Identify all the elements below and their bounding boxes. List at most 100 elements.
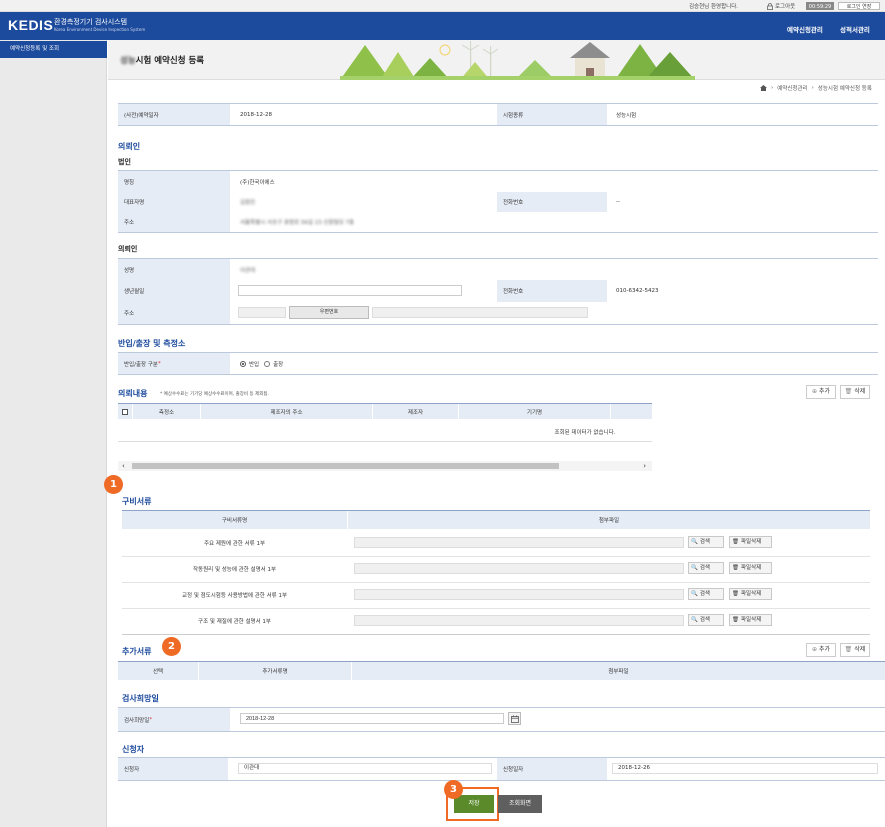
breadcrumb: › 예약신청관리 › 성능시험 예약신청 등록 xyxy=(760,84,872,92)
divider xyxy=(118,780,885,781)
site-logo[interactable]: KEDIS xyxy=(8,17,53,33)
divider xyxy=(118,258,878,259)
doc-search-button[interactable]: 🔍 검색 xyxy=(688,588,724,600)
inspection-date-input[interactable] xyxy=(240,713,504,724)
applicant-name-field: 이관대 xyxy=(238,763,492,774)
doc-file-field xyxy=(354,589,684,600)
scroll-right-icon[interactable]: › xyxy=(643,461,646,471)
doc-file-field xyxy=(354,615,684,626)
birth-input[interactable] xyxy=(238,285,462,296)
logout-link[interactable]: 로그아웃 xyxy=(767,2,795,10)
landscape-illustration xyxy=(340,40,695,80)
trash-icon: 🗑 xyxy=(844,646,853,653)
request-delete-button[interactable]: 🗑 삭제 xyxy=(840,385,870,399)
doc-delete-file-button[interactable]: 🗑 파일삭제 xyxy=(729,614,772,626)
representative-label: 대표자명 xyxy=(118,192,230,212)
person-name-label: 성명 xyxy=(118,259,230,280)
representative-value: 김원진 xyxy=(240,200,256,206)
extra-col-file: 첨부파일 xyxy=(351,662,885,680)
page-title: 성능시험 예약신청 등록 xyxy=(120,56,205,66)
divider xyxy=(122,608,870,609)
col-extra xyxy=(610,404,652,419)
doc-search-button[interactable]: 🔍 검색 xyxy=(688,536,724,548)
horizontal-scrollbar[interactable]: ‹ › xyxy=(118,461,652,471)
doc-search-button[interactable]: 🔍 검색 xyxy=(688,614,724,626)
breadcrumb-item-2: 성능시험 예약신청 등록 xyxy=(817,86,872,92)
welcome-text: 김승현님 환영합니다. xyxy=(689,4,739,10)
calendar-icon[interactable] xyxy=(508,712,521,725)
divider xyxy=(122,582,870,583)
person-address-label: 주소 xyxy=(118,302,230,324)
divider xyxy=(118,352,878,353)
breadcrumb-sep-icon: › xyxy=(811,85,814,91)
request-add-button[interactable]: ⊕ 추가 xyxy=(806,385,836,399)
search-icon: 🔍 xyxy=(691,565,698,571)
divider xyxy=(118,170,878,171)
col-device-name: 기기명 xyxy=(458,404,610,419)
radio-carry-in[interactable] xyxy=(240,360,246,367)
corp-name-label: 명칭 xyxy=(118,171,230,192)
sidebar xyxy=(0,40,107,827)
radio-business-trip[interactable] xyxy=(264,360,271,367)
logout-label: 로그아웃 xyxy=(775,4,796,10)
top-utility-bar: 김승현님 환영합니다. 로그아웃 00:59:29 로그인 연장 xyxy=(0,0,885,12)
divider xyxy=(118,731,885,732)
step-marker-1: 1 xyxy=(104,475,123,494)
save-button[interactable]: 저장 xyxy=(454,795,494,813)
nav-report-management[interactable]: 성적서관리 xyxy=(840,24,870,34)
corporation-title: 법인 xyxy=(118,158,131,166)
birth-label: 생년월일 xyxy=(118,280,230,302)
docs-col-file: 첨부파일 xyxy=(347,511,870,529)
corp-phone-label: 전화번호 xyxy=(497,192,607,212)
select-all-checkbox[interactable] xyxy=(122,408,128,415)
nav-reservation-management[interactable]: 예약신청관리 xyxy=(787,24,823,34)
breadcrumb-sep-icon: › xyxy=(771,85,774,91)
divider xyxy=(122,556,870,557)
zipcode-button[interactable]: 우편번호 xyxy=(289,306,369,319)
test-type-value: 성능시험 xyxy=(616,112,637,119)
extra-delete-button[interactable]: 🗑 삭제 xyxy=(840,643,870,657)
extra-add-button[interactable]: ⊕ 추가 xyxy=(806,643,836,657)
search-icon: 🔍 xyxy=(691,617,698,623)
divider xyxy=(118,324,878,325)
plus-circle-icon: ⊕ xyxy=(811,646,817,653)
scroll-left-icon[interactable]: ‹ xyxy=(122,461,125,471)
col-maker-address: 제조자의 주소 xyxy=(200,404,372,419)
trash-icon: 🗑 xyxy=(732,617,739,623)
person-name-value: 이관대 xyxy=(240,267,256,274)
apply-date-field: 2018-12-26 xyxy=(612,763,878,774)
corp-address-value: 서울특별시 서초구 효령로 56길 23 신원빌딩 7층 xyxy=(240,220,355,226)
breadcrumb-item-1[interactable]: 예약신청관리 xyxy=(777,84,807,92)
zipcode-field xyxy=(238,307,286,318)
col-station: 측정소 xyxy=(132,404,200,419)
home-icon[interactable] xyxy=(760,85,767,91)
carry-section-title: 반입/출장 및 측정소 xyxy=(118,339,186,348)
test-type-label: 시험종류 xyxy=(497,104,607,125)
address-detail-field xyxy=(372,307,588,318)
request-section-title: 의뢰내용 xyxy=(118,389,148,398)
step-marker-2: 2 xyxy=(162,637,181,656)
divider xyxy=(122,634,870,635)
list-button[interactable]: 조회화면 xyxy=(498,795,542,813)
doc-file-field xyxy=(354,537,684,548)
logo-english-name: Korea Environment Device Inspection Syst… xyxy=(54,27,146,32)
divider xyxy=(118,232,878,233)
doc-delete-file-button[interactable]: 🗑 파일삭제 xyxy=(729,562,772,574)
doc-delete-file-button[interactable]: 🗑 파일삭제 xyxy=(729,588,772,600)
extend-login-button[interactable]: 로그인 연장 xyxy=(838,2,880,10)
inspection-section-title: 검사희망일 xyxy=(122,694,159,703)
doc-name: 주요 제원에 관한 서류 1부 xyxy=(203,541,266,547)
trash-icon: 🗑 xyxy=(844,388,853,395)
divider xyxy=(118,125,878,126)
sidebar-item-reservation[interactable]: 예약신청등록 및 조회 xyxy=(0,41,107,58)
extra-col-select: 선택 xyxy=(118,662,198,680)
corp-name-value: (주)한국이에스 xyxy=(240,179,275,186)
doc-search-button[interactable]: 🔍 검색 xyxy=(688,562,724,574)
carry-type-radios: 반입 출장 xyxy=(240,353,283,374)
inspection-date-label: 검사희망일 * xyxy=(118,708,230,731)
doc-delete-file-button[interactable]: 🗑 파일삭제 xyxy=(729,536,772,548)
extra-section-title: 추가서류 xyxy=(122,647,152,656)
scrollbar-thumb[interactable] xyxy=(132,463,559,469)
applicant-name-label: 신청자 xyxy=(118,758,228,780)
applicant-section-title: 신청자 xyxy=(122,745,145,754)
